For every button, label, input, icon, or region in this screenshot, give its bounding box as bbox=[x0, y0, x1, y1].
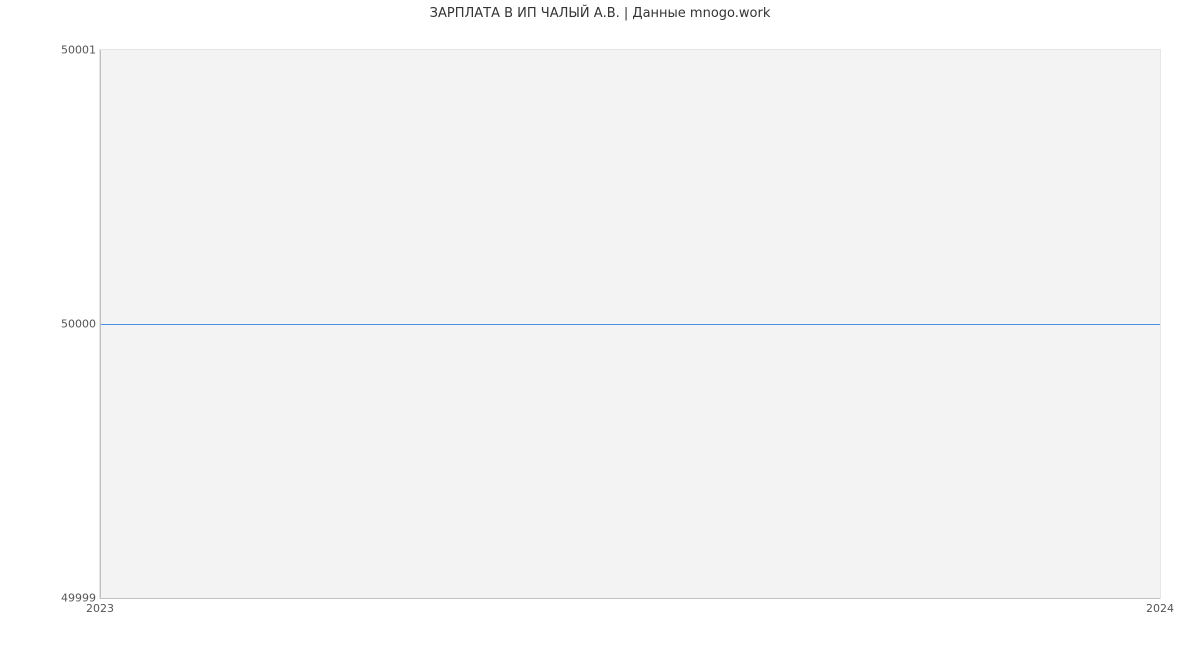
x-tick-label: 2024 bbox=[1146, 602, 1174, 615]
y-tick-label: 50000 bbox=[6, 318, 96, 331]
axis-x-spine bbox=[100, 598, 1160, 599]
plot-area bbox=[100, 50, 1160, 598]
salary-chart: ЗАРПЛАТА В ИП ЧАЛЫЙ А.В. | Данные mnogo.… bbox=[0, 0, 1200, 650]
y-tick-label: 49999 bbox=[6, 592, 96, 605]
chart-title: ЗАРПЛАТА В ИП ЧАЛЫЙ А.В. | Данные mnogo.… bbox=[0, 6, 1200, 21]
x-tick-label: 2023 bbox=[86, 602, 114, 615]
axis-y-spine bbox=[100, 50, 101, 598]
salary-line bbox=[100, 324, 1160, 325]
y-tick-label: 50001 bbox=[6, 44, 96, 57]
